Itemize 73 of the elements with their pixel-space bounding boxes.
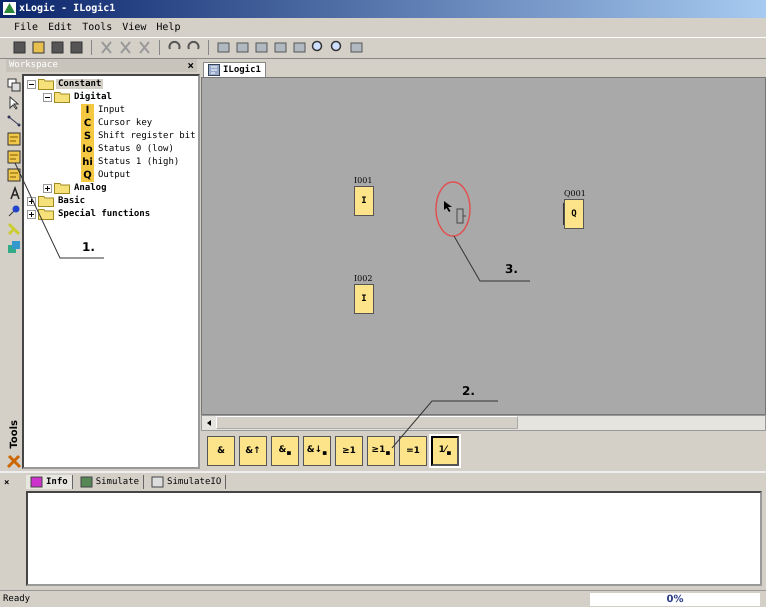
callout-number: 3. (505, 262, 518, 276)
symbol-icon: lo (81, 142, 94, 156)
folder-icon (38, 208, 54, 220)
block-label: I001 (354, 176, 372, 185)
tab-icon (151, 476, 164, 488)
expander-icon[interactable] (43, 184, 52, 193)
function-block[interactable]: I (354, 284, 374, 314)
logic-gate-button[interactable]: 1⁄$_{▪}$ (431, 436, 459, 466)
folder-icon (38, 195, 54, 208)
menu-item[interactable]: File (14, 22, 38, 33)
tree-item[interactable]: Shift register bit (96, 131, 198, 142)
symbol-icon: C (81, 116, 94, 130)
diagram-icon (208, 64, 220, 76)
expander-icon[interactable] (27, 210, 36, 219)
tree-item[interactable]: Special functions (56, 209, 152, 220)
folder-icon (54, 182, 70, 194)
menu-item[interactable]: View (122, 22, 146, 33)
tree-item[interactable]: Input (96, 105, 128, 116)
document-tab[interactable]: ILogic1 (203, 62, 266, 77)
tree-item[interactable]: Digital (72, 92, 114, 102)
logic-gate-button[interactable]: &↓$_{▪}$ (303, 436, 331, 466)
function-block[interactable]: I (354, 186, 374, 216)
connector-icon[interactable] (7, 114, 21, 128)
folder-icon (38, 78, 54, 90)
symbol-icon: I (81, 104, 94, 117)
symbol-icon: Q (81, 168, 94, 182)
tree-item[interactable]: Constant (56, 79, 104, 90)
expander-icon[interactable] (43, 92, 52, 102)
block-icon[interactable] (7, 168, 21, 182)
close-button[interactable]: × (187, 60, 194, 71)
logic-gate-button[interactable]: & (207, 436, 235, 466)
panel-tab[interactable]: Info (26, 474, 73, 489)
tree-item[interactable]: Cursor key (96, 118, 154, 128)
symbol-icon: S (81, 130, 94, 143)
tree-item[interactable]: Output (96, 170, 133, 180)
tools-label: Tools (9, 420, 19, 449)
tree-item[interactable]: Status 0 (low) (96, 144, 176, 154)
status-text: Ready (3, 594, 30, 604)
app-icon (3, 2, 16, 16)
logic-gate-button[interactable]: ≥1$_{▪}$ (367, 436, 395, 466)
pin-icon[interactable] (7, 204, 21, 218)
panel-title: Workspace (9, 60, 58, 70)
block-icon[interactable] (7, 132, 21, 146)
logic-gate-button[interactable]: &$_{▪}$ (271, 436, 299, 466)
block-icon[interactable] (7, 150, 21, 164)
block-outline-icon (456, 208, 466, 224)
logic-gate-button[interactable]: &↑ (239, 436, 267, 466)
tab-icon (80, 476, 93, 488)
tree-item[interactable]: Status 1 (high) (96, 157, 182, 168)
panel-tab[interactable]: SimulateIO (147, 474, 226, 489)
callout-number: 1. (82, 240, 95, 254)
pointer-icon[interactable] (7, 96, 21, 110)
tree-item[interactable]: Basic (56, 196, 88, 206)
menu-item[interactable]: Help (156, 22, 180, 33)
highlight-ellipse (435, 181, 471, 237)
menu-item[interactable]: Tools (82, 22, 112, 33)
scroll-left-icon[interactable] (206, 420, 212, 426)
window-title: xLogic - ILogic1 (19, 3, 116, 14)
block-label: Q001 (564, 188, 586, 198)
expander-icon[interactable] (27, 80, 36, 89)
progress-reading: 0% (666, 594, 684, 605)
horizontal-scrollbar[interactable] (201, 414, 766, 431)
tree-item[interactable]: Analog (72, 183, 109, 194)
function-block[interactable]: Q (564, 198, 584, 229)
logic-gate-button[interactable]: =1 (399, 436, 427, 466)
callout-number: 2. (462, 384, 475, 398)
menu-item[interactable]: Edit (48, 22, 72, 33)
panel-tab[interactable]: Simulate (76, 474, 144, 489)
logic-gate-button[interactable]: ≥1 (335, 436, 363, 466)
tab-icon (30, 476, 43, 488)
block-label: I002 (354, 274, 372, 283)
symbol-icon: hi (81, 156, 94, 169)
close-button[interactable]: × (4, 478, 10, 488)
